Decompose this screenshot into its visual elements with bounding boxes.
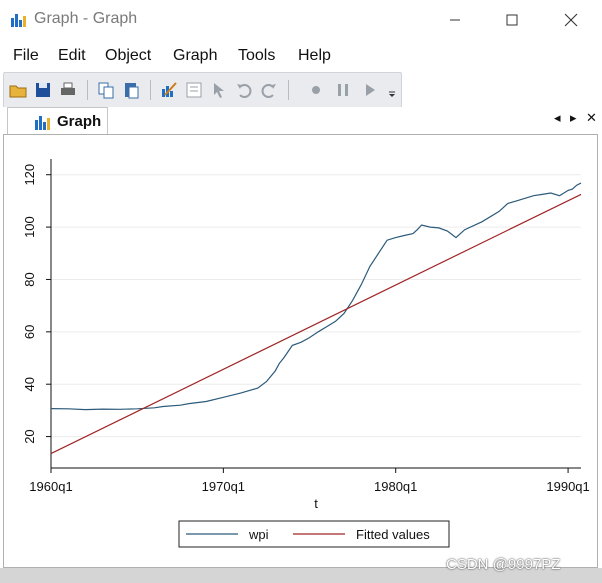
- graph-tab-icon: [35, 116, 50, 130]
- tab-label: Graph: [57, 113, 102, 130]
- more-icon[interactable]: [386, 80, 398, 100]
- legend-fitted-label: Fitted values: [356, 527, 430, 542]
- sidebar-icon[interactable]: [184, 80, 204, 100]
- watermark-text: CSDN @9997PZ: [446, 556, 561, 573]
- y-tick-label: 120: [22, 164, 37, 186]
- stata-graph-icon: [11, 14, 26, 27]
- y-tick-label: 20: [22, 429, 37, 443]
- legend-wpi-label: wpi: [248, 527, 269, 542]
- tab-scroll-right-icon[interactable]: ▸: [570, 110, 577, 126]
- toolbar-separator: [87, 80, 88, 100]
- tab-close-icon[interactable]: ✕: [586, 110, 597, 126]
- menu-file[interactable]: File: [13, 47, 39, 65]
- x-axis-label: t: [314, 496, 318, 511]
- toolbar-separator: [150, 80, 151, 100]
- copy-icon[interactable]: [96, 80, 116, 100]
- menu-object[interactable]: Object: [105, 47, 151, 65]
- window-title: Graph - Graph: [34, 10, 138, 27]
- minimize-icon: [450, 19, 460, 21]
- x-tick-label: 1990q1: [546, 479, 589, 494]
- pause-icon[interactable]: [333, 80, 353, 100]
- pointer-icon[interactable]: [209, 80, 229, 100]
- x-tick-label: 1960q1: [29, 479, 72, 494]
- tab-strip: Graph: [0, 107, 602, 136]
- undo-icon[interactable]: [234, 80, 254, 100]
- save-icon[interactable]: [33, 80, 53, 100]
- tab-graph[interactable]: Graph: [7, 107, 108, 136]
- y-tick-label: 60: [22, 325, 37, 339]
- menu-edit[interactable]: Edit: [58, 47, 86, 65]
- y-tick-label: 100: [22, 216, 37, 238]
- record-icon[interactable]: [306, 80, 326, 100]
- redo-icon[interactable]: [259, 80, 279, 100]
- paste-icon[interactable]: [121, 80, 141, 100]
- y-tick-label: 40: [22, 377, 37, 391]
- play-icon[interactable]: [360, 80, 380, 100]
- toolbar: [3, 72, 402, 108]
- print-icon[interactable]: [58, 80, 78, 100]
- menu-graph[interactable]: Graph: [173, 47, 217, 65]
- series-fitted-values-line: [50, 193, 582, 455]
- x-tick-label: 1970q1: [202, 479, 245, 494]
- minimize-button[interactable]: [432, 0, 478, 40]
- graph-panel: 20 40 60 80 100 120 1960q1 1970q1 1980q1 1990q1 t…: [3, 134, 598, 568]
- legend: wpi Fitted values: [178, 520, 450, 548]
- maximize-icon: [506, 14, 518, 26]
- graph-editor-icon[interactable]: [159, 80, 179, 100]
- y-tick-label: 80: [22, 272, 37, 286]
- menu-bar: File Edit Object Graph Tools Help: [0, 42, 602, 70]
- menu-tools[interactable]: Tools: [238, 47, 275, 65]
- line-chart[interactable]: 20 40 60 80 100 120 1960q1 1970q1 1980q1 1990q1 t…: [4, 135, 597, 567]
- close-button[interactable]: [548, 0, 594, 40]
- menu-help[interactable]: Help: [298, 47, 331, 65]
- open-icon[interactable]: [8, 80, 28, 100]
- title-bar: Graph - Graph: [0, 0, 602, 40]
- tab-scroll-left-icon[interactable]: ◂: [554, 110, 561, 126]
- maximize-button[interactable]: [489, 0, 535, 40]
- x-tick-label: 1980q1: [374, 479, 417, 494]
- close-icon: [564, 13, 578, 27]
- toolbar-separator: [288, 80, 289, 100]
- series-wpi-line: [50, 182, 582, 411]
